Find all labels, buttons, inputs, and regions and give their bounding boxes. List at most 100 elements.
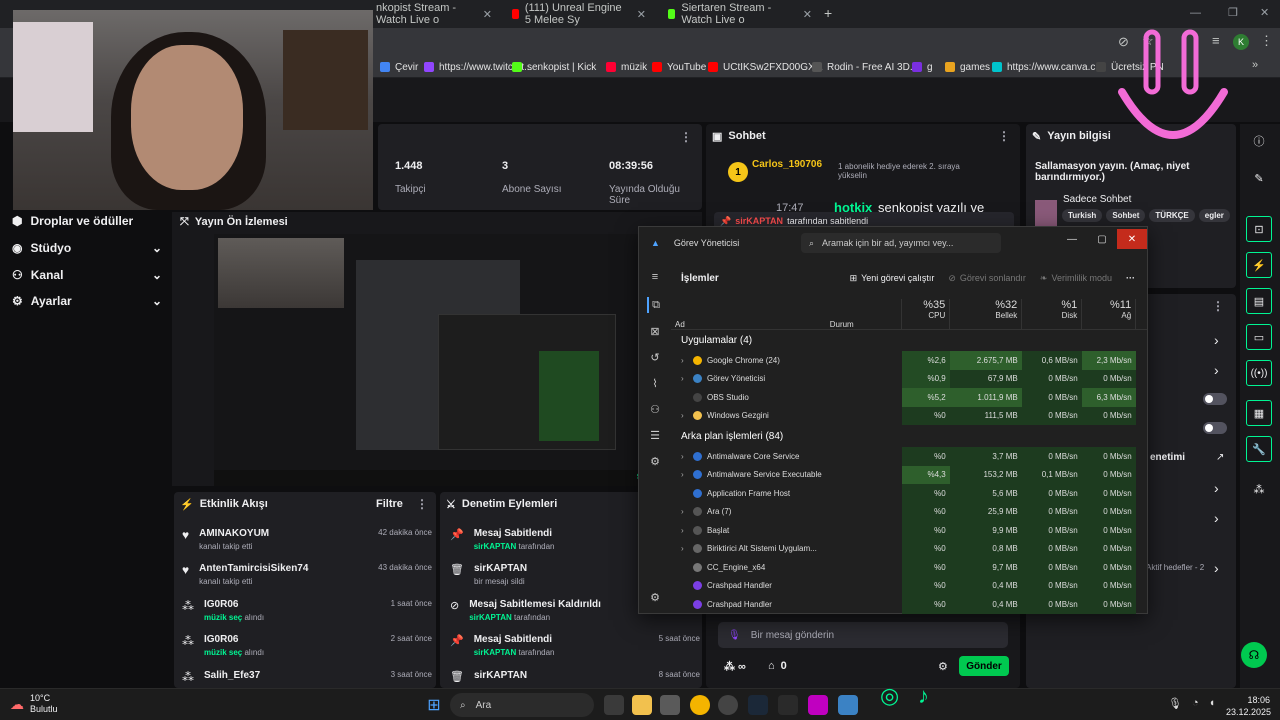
support-headset-icon[interactable]: ☊ [1241, 642, 1267, 668]
startup-icon[interactable]: ⌇ [647, 375, 663, 391]
history-icon[interactable]: ↺ [647, 349, 663, 365]
bookmark-item[interactable]: g [912, 58, 933, 76]
tm-search-input[interactable]: ⌕ Aramak için bir ad, yayımcı vey... [801, 233, 1001, 253]
settings-icon[interactable]: ⚙ [647, 589, 663, 605]
filter-button[interactable]: Filtre [376, 498, 403, 510]
maximize-button[interactable]: ▢ [1087, 229, 1117, 249]
bookmarks-overflow-icon[interactable]: » [1252, 59, 1258, 71]
chevron-right-icon[interactable]: › [1214, 362, 1219, 378]
expand-chevron-icon[interactable] [681, 563, 693, 572]
apps-icon[interactable]: ⁂ [1250, 480, 1268, 498]
tag-chip[interactable]: Sohbet [1106, 209, 1146, 222]
minimize-button[interactable]: — [1057, 229, 1087, 249]
chevron-right-icon[interactable]: › [1214, 332, 1219, 348]
document-icon[interactable]: ▤ [1246, 288, 1272, 314]
chat-settings-icon[interactable]: ⚙ [938, 660, 948, 673]
weather-widget[interactable]: ☁ 10°C Bulutlu [10, 693, 58, 715]
col-status[interactable]: Durum [825, 299, 903, 330]
close-icon[interactable]: ✕ [637, 8, 646, 21]
col-name[interactable]: Ad [671, 299, 826, 330]
pencil-icon[interactable]: ✎ [1250, 169, 1268, 187]
end-task-button[interactable]: ⊘ Görevi sonlandır [948, 273, 1026, 284]
broadcast-icon[interactable]: ((•)) [1246, 360, 1272, 386]
chat-input[interactable]: 🎙 Bir mesaj gönderin [718, 622, 1008, 648]
browser-tab[interactable]: (111) Unreal Engine 5 Melee Sy ✕ [504, 2, 654, 26]
epic-games-icon[interactable] [778, 695, 798, 715]
col-disk[interactable]: %1 Disk [1021, 299, 1083, 330]
process-row[interactable]: › Google Chrome (24) %2,6 2.675,7 MB 0,6 MB/… [671, 351, 1147, 370]
activity-item[interactable]: ♥ AMINAKOYUM kanalı takip etti 42 dakika ö… [182, 528, 432, 551]
col-cpu[interactable]: %35 CPU [901, 299, 951, 330]
run-task-button[interactable]: ⊞ Yeni görevi çalıştır [850, 273, 935, 284]
info-icon[interactable]: ⓘ [1250, 132, 1268, 150]
purple-app-icon[interactable] [808, 695, 828, 715]
nav-channel[interactable]: ⚇ Kanal ⌄ [12, 268, 162, 282]
process-row[interactable]: › Antimalware Service Executable %4,3 153,2… [671, 465, 1147, 484]
file-explorer-icon[interactable] [632, 695, 652, 715]
col-memory[interactable]: %32 Bellek [949, 299, 1023, 330]
nav-drops[interactable]: ⬢ Droplar ve ödüller [12, 214, 162, 228]
windows-start-icon[interactable]: ⊞ [424, 695, 444, 715]
bits-icon[interactable]: ⁂ ∞ [724, 660, 746, 673]
taskbar-search[interactable]: ⌕ Ara [450, 693, 594, 717]
stream-video[interactable]: senkopis [214, 234, 702, 486]
processes-icon[interactable]: ⧉ [647, 297, 663, 313]
process-row[interactable]: › Başlat %0 9,9 MB 0 MB/sn 0 Mb/sn [671, 521, 1147, 540]
top-gifter-name[interactable]: Carlos_190706 [752, 159, 822, 170]
bookmark-item[interactable]: UCtIKSw2FXD00GX... [708, 58, 823, 76]
process-row[interactable]: › Antimalware Core Service %0 3,7 MB 0 MB/sn… [671, 447, 1147, 466]
bookmark-item[interactable]: games [945, 58, 990, 76]
bookmark-item[interactable]: YouTube [652, 58, 706, 76]
expand-chevron-icon[interactable]: › [681, 544, 693, 553]
nav-settings[interactable]: ⚙ Ayarlar ⌄ [12, 294, 162, 308]
expand-chevron-icon[interactable] [681, 600, 693, 609]
profile-avatar[interactable]: K [1233, 34, 1249, 50]
store-icon[interactable] [660, 695, 680, 715]
process-row[interactable]: › Ara (7) %0 25,9 MB 0 MB/sn 0 Mb/sn [671, 502, 1147, 521]
nav-studio[interactable]: ◉ Stüdyo ⌄ [12, 241, 162, 255]
expand-chevron-icon[interactable]: › [681, 356, 693, 365]
chevron-right-icon[interactable]: › [1214, 510, 1219, 526]
tag-chip[interactable]: egler [1198, 209, 1230, 222]
process-row[interactable]: › Görev Yöneticisi %0,9 67,9 MB 0 MB/sn 0 Mb/… [671, 369, 1147, 388]
expand-chevron-icon[interactable] [681, 393, 693, 402]
activity-item[interactable]: ♥ AntenTamircisiSiken74 kanalı takip etti… [182, 563, 432, 586]
tag-chip[interactable]: TÜRKÇE [1149, 209, 1195, 222]
activity-item[interactable]: ⁂ IG0R06 müzik seç alındı 1 saat önce [182, 599, 432, 622]
moderation-item[interactable]: 📌 Mesaj Sabitlendi sirKAPTAN tarafından 5 s… [450, 634, 700, 657]
bookmark-item[interactable]: Rodin - Free AI 3D... [812, 58, 918, 76]
close-icon[interactable]: ✕ [483, 8, 492, 21]
moderation-item[interactable]: 🗑 sirKAPTAN 8 saat önce [450, 670, 700, 684]
maximize-icon[interactable]: ❐ [1228, 6, 1238, 19]
close-icon[interactable]: ✕ [803, 8, 812, 21]
expand-chevron-icon[interactable]: › [681, 507, 693, 516]
services-icon[interactable]: ⚙ [647, 453, 663, 469]
kebab-menu-icon[interactable]: ⋮ [416, 497, 428, 511]
kebab-menu-icon[interactable]: ⋮ [1260, 33, 1273, 49]
app-icon[interactable] [718, 695, 738, 715]
close-button[interactable]: ✕ [1117, 229, 1147, 249]
process-row[interactable]: OBS Studio %5,2 1.011,9 MB 0 MB/sn 6,3 Mb/sn [671, 388, 1147, 407]
expand-chevron-icon[interactable]: › [681, 452, 693, 461]
users-icon[interactable]: ⚇ [647, 401, 663, 417]
send-button[interactable]: Gönder [959, 656, 1009, 676]
bookmark-item[interactable]: senkopist | Kick [512, 58, 596, 76]
tag-chip[interactable]: Turkish [1062, 209, 1103, 222]
chrome-icon[interactable] [690, 695, 710, 715]
close-window-icon[interactable]: ✕ [1260, 6, 1269, 19]
task-view-icon[interactable] [604, 695, 624, 715]
system-tray[interactable]: 🎙 ◔ ◖ [1168, 697, 1215, 710]
activity-item[interactable]: ⁂ Salih_Efe37 3 saat önce [182, 670, 432, 684]
efficiency-button[interactable]: ❧ Verimlilik modu [1040, 273, 1112, 284]
minimize-icon[interactable]: — [1190, 7, 1201, 19]
chevron-right-icon[interactable]: › [1214, 480, 1219, 496]
more-options-icon[interactable]: ··· [1126, 273, 1135, 283]
hamburger-icon[interactable]: ≡ [647, 269, 663, 285]
expand-chevron-icon[interactable]: › [681, 526, 693, 535]
performance-icon[interactable]: ⊠ [647, 323, 663, 339]
process-row[interactable]: Crashpad Handler %0 0,4 MB 0 MB/sn 0 Mb/sn [671, 576, 1147, 595]
new-tab-icon[interactable]: + [824, 5, 832, 21]
taskmgr-taskbar-icon[interactable] [838, 695, 858, 715]
process-row[interactable]: CC_Engine_x64 %0 9,7 MB 0 MB/sn 0 Mb/sn [671, 558, 1147, 577]
kebab-menu-icon[interactable]: ⋮ [998, 129, 1010, 143]
